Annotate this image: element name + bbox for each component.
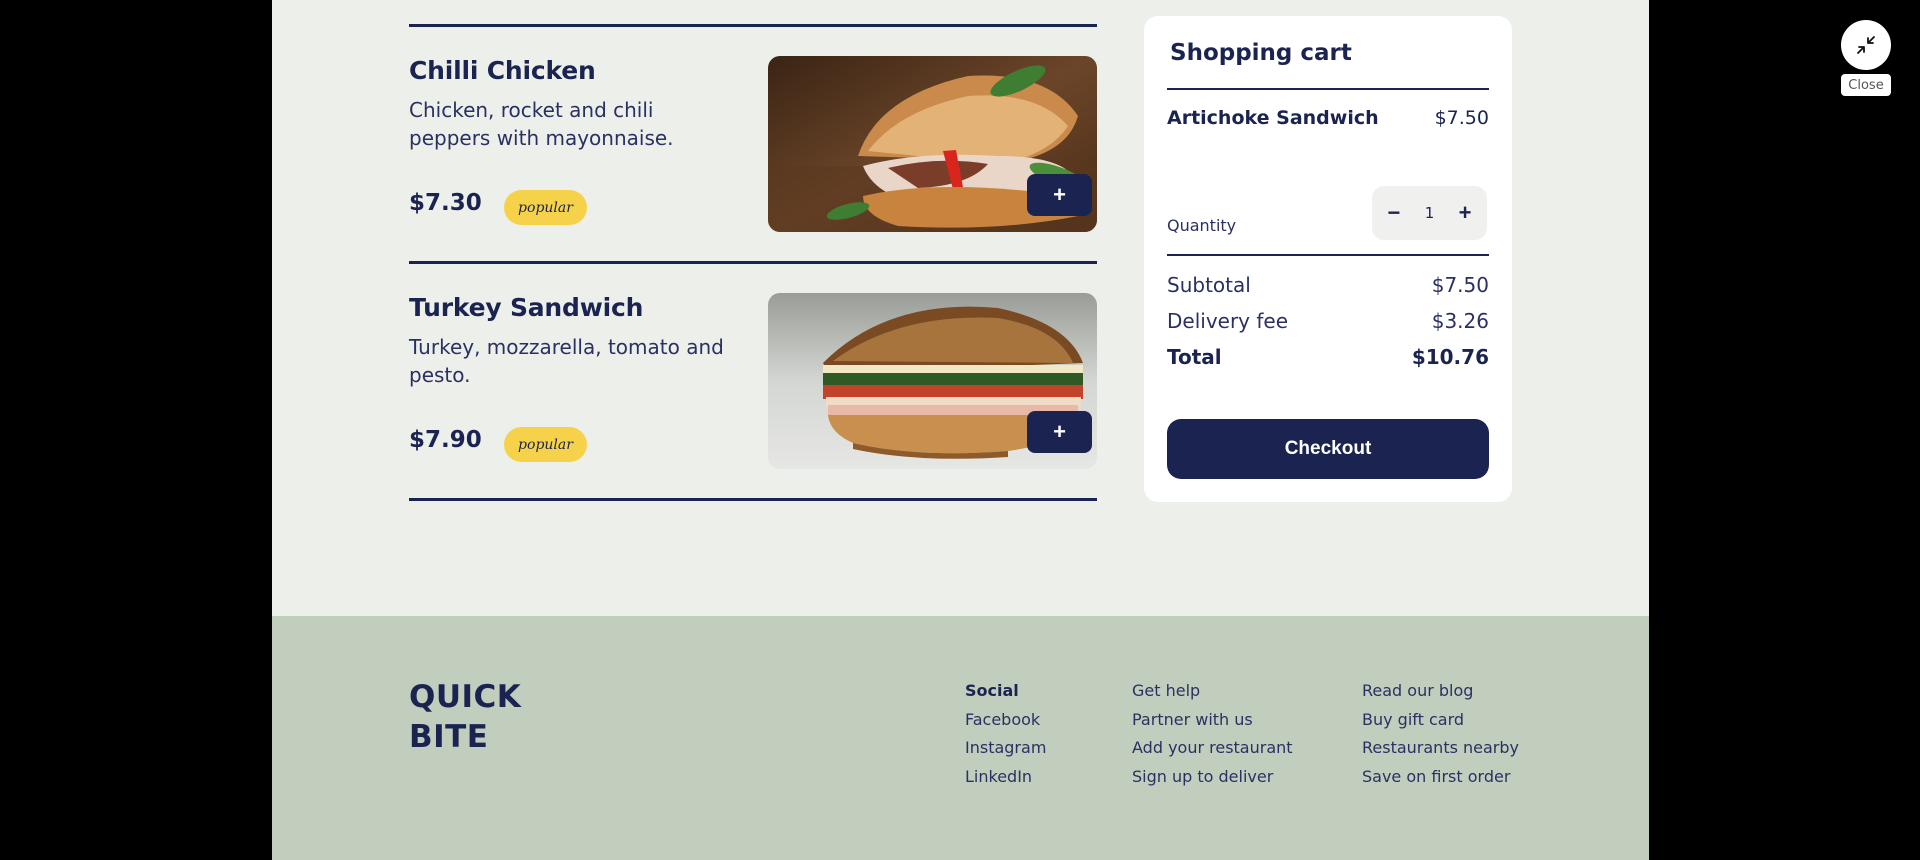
footer-link-restaurants-nearby[interactable]: Restaurants nearby xyxy=(1362,734,1519,763)
footer-link-facebook[interactable]: Facebook xyxy=(965,706,1046,735)
footer-link-linkedin[interactable]: LinkedIn xyxy=(965,763,1046,792)
cart-item-name: Artichoke Sandwich xyxy=(1167,107,1379,129)
brand-logo[interactable]: QUICK BITE xyxy=(409,677,521,757)
restaurant-page: Chilli Chicken Chicken, rocket and chili… xyxy=(272,0,1649,860)
viewer-backdrop: Chilli Chicken Chicken, rocket and chili… xyxy=(0,0,1920,860)
footer-link-add-restaurant[interactable]: Add your restaurant xyxy=(1132,734,1293,763)
footer-link-gift-card[interactable]: Buy gift card xyxy=(1362,706,1519,735)
menu-item: Turkey Sandwich Turkey, mozzarella, toma… xyxy=(409,293,1097,469)
footer-link-get-help[interactable]: Get help xyxy=(1132,677,1293,706)
subtotal-value: $7.50 xyxy=(1431,273,1489,297)
subtotal-row: Subtotal $7.50 xyxy=(1167,273,1489,297)
shopping-cart-panel: Shopping cart Artichoke Sandwich $7.50 Q… xyxy=(1144,16,1512,502)
divider xyxy=(409,261,1097,264)
footer-link-first-order[interactable]: Save on first order xyxy=(1362,763,1519,792)
checkout-button[interactable]: Checkout xyxy=(1167,419,1489,479)
footer-link-sign-up-deliver[interactable]: Sign up to deliver xyxy=(1132,763,1293,792)
quantity-label: Quantity xyxy=(1167,216,1237,235)
total-label: Total xyxy=(1167,345,1222,369)
popular-badge: popular xyxy=(504,427,587,462)
quantity-value: 1 xyxy=(1424,204,1435,222)
delivery-fee-label: Delivery fee xyxy=(1167,309,1289,333)
item-price: $7.90 xyxy=(409,427,482,453)
close-button[interactable] xyxy=(1841,20,1891,70)
minimize-arrows-icon xyxy=(1857,36,1875,54)
item-title: Chilli Chicken xyxy=(409,56,596,85)
item-title: Turkey Sandwich xyxy=(409,293,644,322)
add-to-cart-button[interactable]: + xyxy=(1027,174,1092,216)
divider xyxy=(1167,88,1489,90)
footer-social-column: Social Facebook Instagram LinkedIn xyxy=(965,677,1046,791)
total-value: $10.76 xyxy=(1411,345,1489,369)
footer-link-instagram[interactable]: Instagram xyxy=(965,734,1046,763)
divider xyxy=(1167,254,1489,256)
close-tooltip: Close xyxy=(1841,74,1891,96)
social-heading: Social xyxy=(965,681,1019,700)
divider xyxy=(409,498,1097,501)
logo-line: QUICK xyxy=(409,679,522,715)
delivery-fee-value: $3.26 xyxy=(1431,309,1489,333)
logo-line: BITE xyxy=(409,719,489,755)
item-description: Turkey, mozzarella, tomato and pesto. xyxy=(409,335,724,387)
quantity-stepper: − 1 + xyxy=(1372,186,1487,240)
increase-quantity-button[interactable]: + xyxy=(1452,200,1478,226)
footer-help-column: Get help Partner with us Add your restau… xyxy=(1132,677,1293,791)
delivery-fee-row: Delivery fee $3.26 xyxy=(1167,309,1489,333)
add-to-cart-button[interactable]: + xyxy=(1027,411,1092,453)
popular-badge: popular xyxy=(504,190,587,225)
footer: QUICK BITE Social Facebook Instagram Lin… xyxy=(272,616,1649,860)
close-overlay: Close xyxy=(1841,20,1893,96)
footer-more-column: Read our blog Buy gift card Restaurants … xyxy=(1362,677,1519,791)
total-row: Total $10.76 xyxy=(1167,345,1489,369)
divider xyxy=(409,24,1097,27)
decrease-quantity-button[interactable]: − xyxy=(1381,200,1407,226)
menu-item: Chilli Chicken Chicken, rocket and chili… xyxy=(409,56,1097,232)
footer-link-partner[interactable]: Partner with us xyxy=(1132,706,1293,735)
cart-item-price: $7.50 xyxy=(1434,107,1489,129)
subtotal-label: Subtotal xyxy=(1167,273,1251,297)
item-description: Chicken, rocket and chili peppers with m… xyxy=(409,98,674,150)
cart-title: Shopping cart xyxy=(1170,40,1352,66)
item-price: $7.30 xyxy=(409,190,482,216)
footer-link-blog[interactable]: Read our blog xyxy=(1362,677,1519,706)
